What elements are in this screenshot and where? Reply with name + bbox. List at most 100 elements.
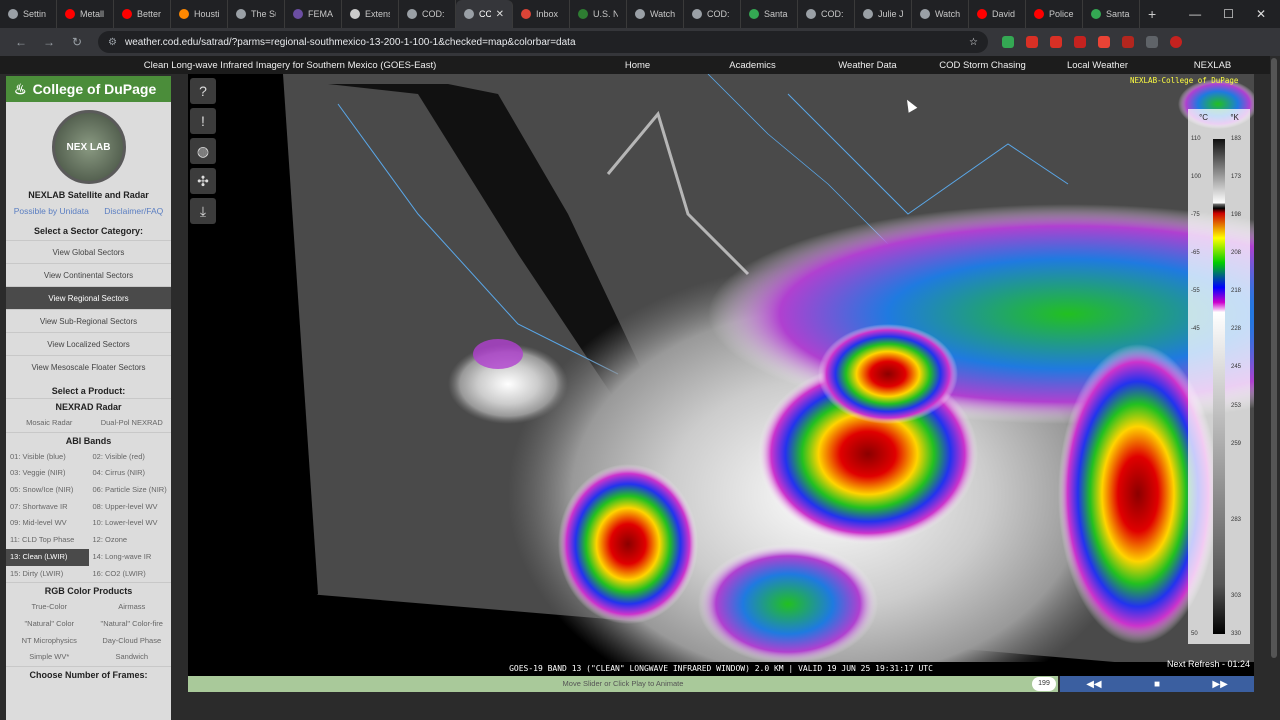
product-option[interactable]: True-Color — [6, 599, 89, 616]
tab-favicon-icon — [407, 9, 417, 19]
product-option[interactable]: 02: Visible (red) — [89, 449, 172, 466]
reload-icon[interactable]: ↻ — [70, 35, 84, 49]
colorbar-tick-c: -75 — [1191, 212, 1200, 219]
maximize-icon[interactable]: ☐ — [1223, 7, 1234, 21]
product-option[interactable]: Mosaic Radar — [6, 415, 89, 432]
product-option[interactable]: 10: Lower-level WV — [89, 515, 172, 532]
extension-icon[interactable] — [1098, 36, 1110, 48]
browser-tab[interactable]: Better — [114, 0, 171, 28]
forward-icon[interactable]: → — [42, 35, 56, 49]
browser-tab[interactable]: COD: S — [798, 0, 855, 28]
product-option[interactable]: 03: Veggie (NIR) — [6, 465, 89, 482]
product-option[interactable]: 16: CO2 (LWIR) — [89, 566, 172, 583]
browser-tab[interactable]: The Su — [228, 0, 285, 28]
extension-icon[interactable] — [1050, 36, 1062, 48]
stop-button[interactable]: ■ — [1154, 679, 1160, 690]
sector-option[interactable]: View Global Sectors — [6, 240, 171, 263]
product-option[interactable]: 04: Cirrus (NIR) — [89, 465, 172, 482]
page-scrollbar[interactable] — [1270, 56, 1278, 720]
satellite-image[interactable]: NEXLAB-College of DuPage — [188, 74, 1254, 684]
product-option[interactable]: 09: Mid-level WV — [6, 515, 89, 532]
close-icon[interactable]: ✕ — [1256, 7, 1266, 21]
product-option[interactable]: NT Microphysics — [6, 633, 89, 650]
sidebar-title: NEXLAB Satellite and Radar — [28, 190, 149, 200]
product-option[interactable]: 15: Dirty (LWIR) — [6, 566, 89, 583]
sector-option[interactable]: View Mesoscale Floater Sectors — [6, 355, 171, 378]
nav-link-weather-data[interactable]: Weather Data — [810, 60, 925, 71]
browser-tab[interactable]: COD: S — [684, 0, 741, 28]
minimize-icon[interactable]: — — [1189, 7, 1201, 21]
extension-icon[interactable] — [1122, 36, 1134, 48]
browser-tab[interactable]: Metall — [57, 0, 114, 28]
alert-icon[interactable]: ! — [190, 108, 216, 134]
tab-favicon-icon — [692, 9, 702, 19]
product-option[interactable]: Day-Cloud Phase — [89, 633, 172, 650]
nav-link-academics[interactable]: Academics — [695, 60, 810, 71]
globe-icon[interactable]: ◍ — [190, 138, 216, 164]
address-bar[interactable]: ⚙ weather.cod.edu/satrad/?parms=regional… — [98, 31, 988, 53]
product-option[interactable]: 12: Ozone — [89, 532, 172, 549]
browser-tab[interactable]: David — [969, 0, 1026, 28]
college-brand[interactable]: ♨ College of DuPage — [6, 76, 171, 102]
product-option[interactable]: 07: Shortwave IR — [6, 499, 89, 516]
site-info-icon[interactable]: ⚙ — [108, 37, 117, 48]
sector-option[interactable]: View Continental Sectors — [6, 263, 171, 286]
back-icon[interactable]: ← — [14, 35, 28, 49]
product-option[interactable]: Sandwich — [89, 649, 172, 666]
product-option[interactable]: Airmass — [89, 599, 172, 616]
extension-icon[interactable] — [1074, 36, 1086, 48]
product-option[interactable]: 01: Visible (blue) — [6, 449, 89, 466]
download-icon[interactable]: ⤓ — [190, 198, 216, 224]
bookmark-star-icon[interactable]: ☆ — [969, 37, 978, 48]
satellite-icon[interactable]: ✣ — [190, 168, 216, 194]
product-option[interactable]: "Natural" Color — [6, 616, 89, 633]
browser-tab[interactable]: FEMA — [285, 0, 342, 28]
fast-forward-button[interactable]: ▶▶ — [1212, 679, 1227, 690]
browser-tab[interactable]: U.S. N — [570, 0, 627, 28]
new-tab-button[interactable]: + — [1140, 6, 1164, 22]
extension-icon[interactable] — [1002, 36, 1014, 48]
product-option[interactable]: Dual-Pol NEXRAD — [89, 415, 172, 432]
browser-tab[interactable]: Watch — [627, 0, 684, 28]
nav-link-local-weather[interactable]: Local Weather — [1040, 60, 1155, 71]
profile-icon[interactable] — [1170, 36, 1182, 48]
scroll-thumb[interactable] — [1271, 58, 1277, 658]
browser-tab[interactable]: Julie Ju — [855, 0, 912, 28]
product-option[interactable]: 05: Snow/Ice (NIR) — [6, 482, 89, 499]
sector-option[interactable]: View Localized Sectors — [6, 332, 171, 355]
product-option[interactable]: 14: Long-wave IR — [89, 549, 172, 566]
sector-option[interactable]: View Sub-Regional Sectors — [6, 309, 171, 332]
product-option[interactable]: "Natural" Color-fire — [89, 616, 172, 633]
extension-icon[interactable] — [1026, 36, 1038, 48]
nav-link-cod-storm-chasing[interactable]: COD Storm Chasing — [925, 60, 1040, 71]
browser-tab[interactable]: Watch — [912, 0, 969, 28]
browser-tab[interactable]: Police — [1026, 0, 1083, 28]
product-option[interactable]: 06: Particle Size (NIR) — [89, 482, 172, 499]
product-option[interactable]: 08: Upper-level WV — [89, 499, 172, 516]
product-option[interactable]: 13: Clean (LWIR) — [6, 548, 89, 566]
puzzle-icon[interactable] — [1146, 36, 1158, 48]
tab-close-icon[interactable]: ✕ — [496, 9, 504, 20]
browser-tab[interactable]: CC ✕ — [456, 0, 513, 28]
unidata-link[interactable]: Possible by Unidata — [14, 206, 89, 216]
browser-tab[interactable]: COD: S — [399, 0, 456, 28]
product-option[interactable]: 11: CLD Top Phase — [6, 532, 89, 549]
tab-favicon-icon — [1091, 9, 1101, 19]
sector-option[interactable]: View Regional Sectors — [6, 286, 171, 309]
slider-track[interactable]: Move Slider or Click Play to Animate — [188, 676, 1058, 692]
nav-link-nexlab[interactable]: NEXLAB — [1155, 60, 1270, 71]
help-icon[interactable]: ? — [190, 78, 216, 104]
browser-tab[interactable]: Santa — [741, 0, 798, 28]
rewind-button[interactable]: ◀◀ — [1086, 679, 1101, 690]
nexlab-logo: NEX LAB — [51, 110, 126, 184]
product-option[interactable]: Simple WV* — [6, 649, 89, 666]
browser-tab[interactable]: Inbox — [513, 0, 570, 28]
slider-handle[interactable]: 199 — [1032, 677, 1056, 691]
product-heading: Select a Product: — [51, 386, 126, 396]
disclaimer-link[interactable]: Disclaimer/FAQ — [104, 206, 163, 216]
browser-tab[interactable]: Extens — [342, 0, 399, 28]
browser-tab[interactable]: Housti — [171, 0, 228, 28]
browser-tab[interactable]: Santa — [1083, 0, 1140, 28]
browser-tab[interactable]: Settin — [0, 0, 57, 28]
nav-link-home[interactable]: Home — [580, 60, 695, 71]
